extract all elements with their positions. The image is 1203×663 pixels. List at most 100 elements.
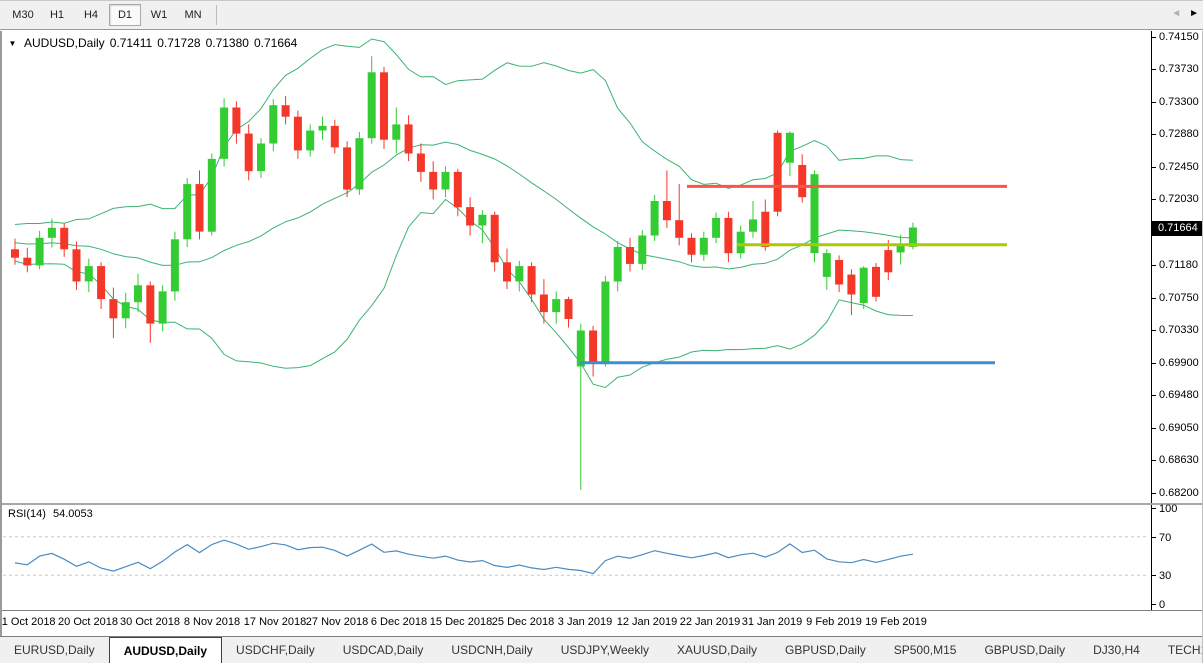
rsi-label: RSI(14) (8, 508, 46, 520)
date-label: 31 Jan 2019 (742, 616, 803, 628)
date-label: 30 Oct 2018 (120, 616, 180, 628)
chart-symbol: AUDUSD,Daily (24, 36, 105, 50)
price-tick-label: 0.72030 (1159, 193, 1199, 205)
candle (294, 111, 302, 159)
candle (454, 169, 462, 217)
price-tick-label: 0.72880 (1159, 128, 1199, 140)
chart-tab-bar: EURUSD,DailyAUDUSD,DailyUSDCHF,DailyUSDC… (0, 637, 1203, 663)
rsi-tick-label: 100 (1159, 503, 1177, 515)
candle (540, 279, 548, 324)
timeframe-button-d1[interactable]: D1 (109, 4, 141, 26)
candlestick-plot (0, 31, 1151, 503)
timeframe-button-h4[interactable]: H4 (75, 4, 107, 26)
tab-sp500-m15[interactable]: SP500,M15 (880, 637, 971, 663)
candle (36, 231, 44, 269)
tab-eurusd-daily[interactable]: EURUSD,Daily (0, 637, 109, 663)
price-axis[interactable]: 0.741500.737300.733000.728800.724500.720… (1151, 31, 1203, 503)
main-chart-panel[interactable]: ▼ AUDUSD,Daily 0.71411 0.71728 0.71380 0… (0, 31, 1151, 503)
candle (724, 212, 732, 263)
candle (811, 170, 819, 262)
tab-gbpusd-daily[interactable]: GBPUSD,Daily (771, 637, 880, 663)
date-label: 8 Nov 2018 (184, 616, 240, 628)
date-label: 27 Nov 2018 (306, 616, 368, 628)
candle (897, 235, 905, 265)
candle (85, 259, 93, 293)
tab-xauusd-daily[interactable]: XAUUSD,Daily (663, 637, 771, 663)
timeframe-button-w1[interactable]: W1 (143, 4, 175, 26)
price-tick-label: 0.71180 (1159, 259, 1198, 271)
date-label: 25 Dec 2018 (492, 616, 554, 628)
price-tick-label: 0.68630 (1159, 454, 1199, 466)
candle (257, 138, 265, 178)
candle (712, 213, 720, 244)
price-tick-label: 0.68200 (1159, 487, 1199, 499)
rsi-panel[interactable]: RSI(14) 54.0053 (0, 505, 1151, 610)
candle (97, 262, 105, 309)
date-label: 22 Jan 2019 (680, 616, 741, 628)
tab-usdcad-daily[interactable]: USDCAD,Daily (329, 637, 438, 663)
date-label: 19 Feb 2019 (865, 616, 927, 628)
tab-tech100-[interactable]: TECH100, (1154, 637, 1203, 663)
tab-audusd-daily[interactable]: AUDUSD,Daily (109, 637, 222, 663)
tab-usdchf-daily[interactable]: USDCHF,Daily (222, 637, 329, 663)
tab-gbpusd-daily[interactable]: GBPUSD,Daily (970, 637, 1079, 663)
candle (503, 249, 511, 290)
price-tick-mark (1152, 199, 1156, 200)
date-label: 17 Nov 2018 (244, 616, 306, 628)
candle (565, 297, 573, 328)
timeframe-button-h1[interactable]: H1 (41, 4, 73, 26)
candle (159, 285, 167, 331)
price-tick-mark (1152, 493, 1156, 494)
candle (749, 201, 757, 238)
timeframe-button-m30[interactable]: M30 (7, 4, 39, 26)
candle (183, 178, 191, 247)
timeframe-button-mn[interactable]: MN (177, 4, 209, 26)
candle (171, 232, 179, 301)
date-label: 20 Oct 2018 (58, 616, 118, 628)
price-tick-label: 0.73300 (1159, 96, 1199, 108)
rsi-tick-label: 30 (1159, 570, 1171, 582)
price-tick-mark (1152, 298, 1156, 299)
price-tick-mark (1152, 395, 1156, 396)
candle (786, 131, 794, 176)
candle (134, 274, 142, 312)
candle (23, 248, 31, 272)
rsi-line (15, 540, 913, 574)
date-label: 6 Dec 2018 (371, 616, 427, 628)
candle (60, 223, 68, 257)
tab-scroll-left-icon[interactable]: ◄ (1171, 8, 1181, 19)
candle (220, 98, 228, 166)
candle (872, 263, 880, 301)
candle (847, 269, 855, 315)
candle (626, 238, 634, 272)
rsi-tick-mark (1152, 537, 1156, 538)
candle (319, 117, 327, 140)
price-tick-mark (1152, 330, 1156, 331)
price-tick-mark (1152, 363, 1156, 364)
candle (638, 230, 646, 270)
tab-usdcnh-daily[interactable]: USDCNH,Daily (437, 637, 546, 663)
date-label: 11 Oct 2018 (0, 616, 56, 628)
candle (798, 154, 806, 202)
date-label: 12 Jan 2019 (617, 616, 678, 628)
candle (269, 99, 277, 151)
candle (122, 293, 130, 328)
candle (232, 101, 240, 143)
tab-dj30-h4[interactable]: DJ30,H4 (1079, 637, 1154, 663)
candle (552, 291, 560, 323)
chart-low: 0.71380 (206, 36, 249, 50)
candle (380, 67, 388, 149)
price-tick-label: 0.70330 (1159, 324, 1199, 336)
rsi-axis: 10070300 (1151, 505, 1203, 610)
tab-usdjpy-weekly[interactable]: USDJPY,Weekly (547, 637, 663, 663)
candle (196, 170, 204, 239)
candle (306, 124, 314, 156)
tab-scroll-right-icon[interactable]: ► (1189, 8, 1199, 19)
date-axis[interactable]: 11 Oct 201820 Oct 201830 Oct 2018 8 Nov 2… (0, 611, 1203, 636)
rsi-plot (0, 505, 1151, 610)
price-tick-mark (1152, 265, 1156, 266)
candle (405, 115, 413, 161)
date-label: 15 Dec 2018 (430, 616, 492, 628)
timeframe-buttons: M30H1H4D1W1MN (6, 4, 210, 26)
chart-dropdown-icon[interactable]: ▼ (7, 38, 18, 49)
